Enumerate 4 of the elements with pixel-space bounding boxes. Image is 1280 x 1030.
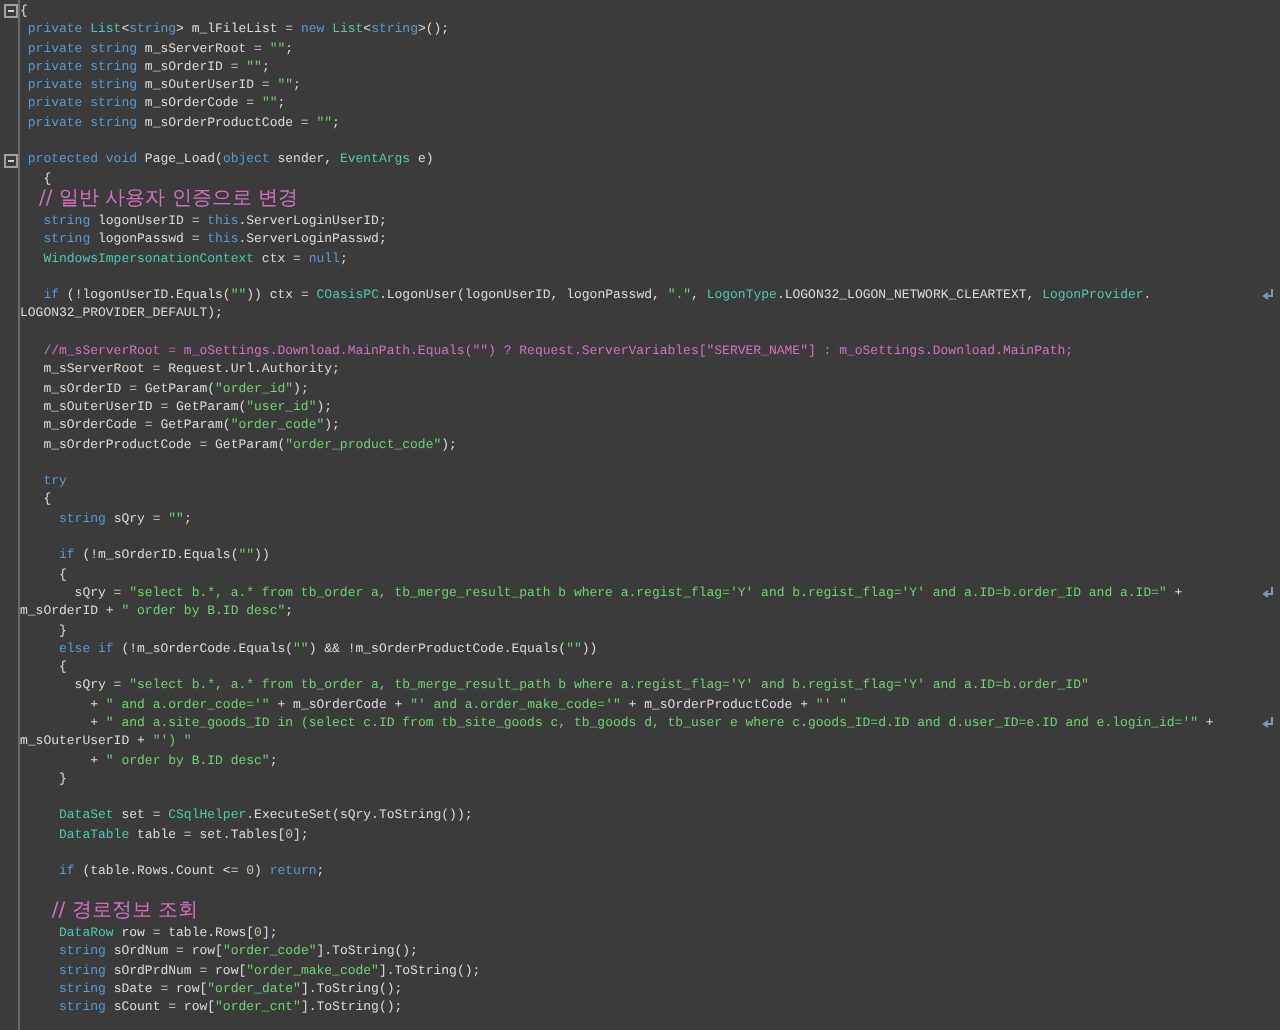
code-comment: // 일반 사용자 인증으로 변경: [37, 187, 298, 212]
collapse-icon[interactable]: [3, 153, 17, 168]
collapse-icon[interactable]: [3, 4, 17, 19]
code-comment: // 경로정보 조회: [49, 899, 198, 924]
